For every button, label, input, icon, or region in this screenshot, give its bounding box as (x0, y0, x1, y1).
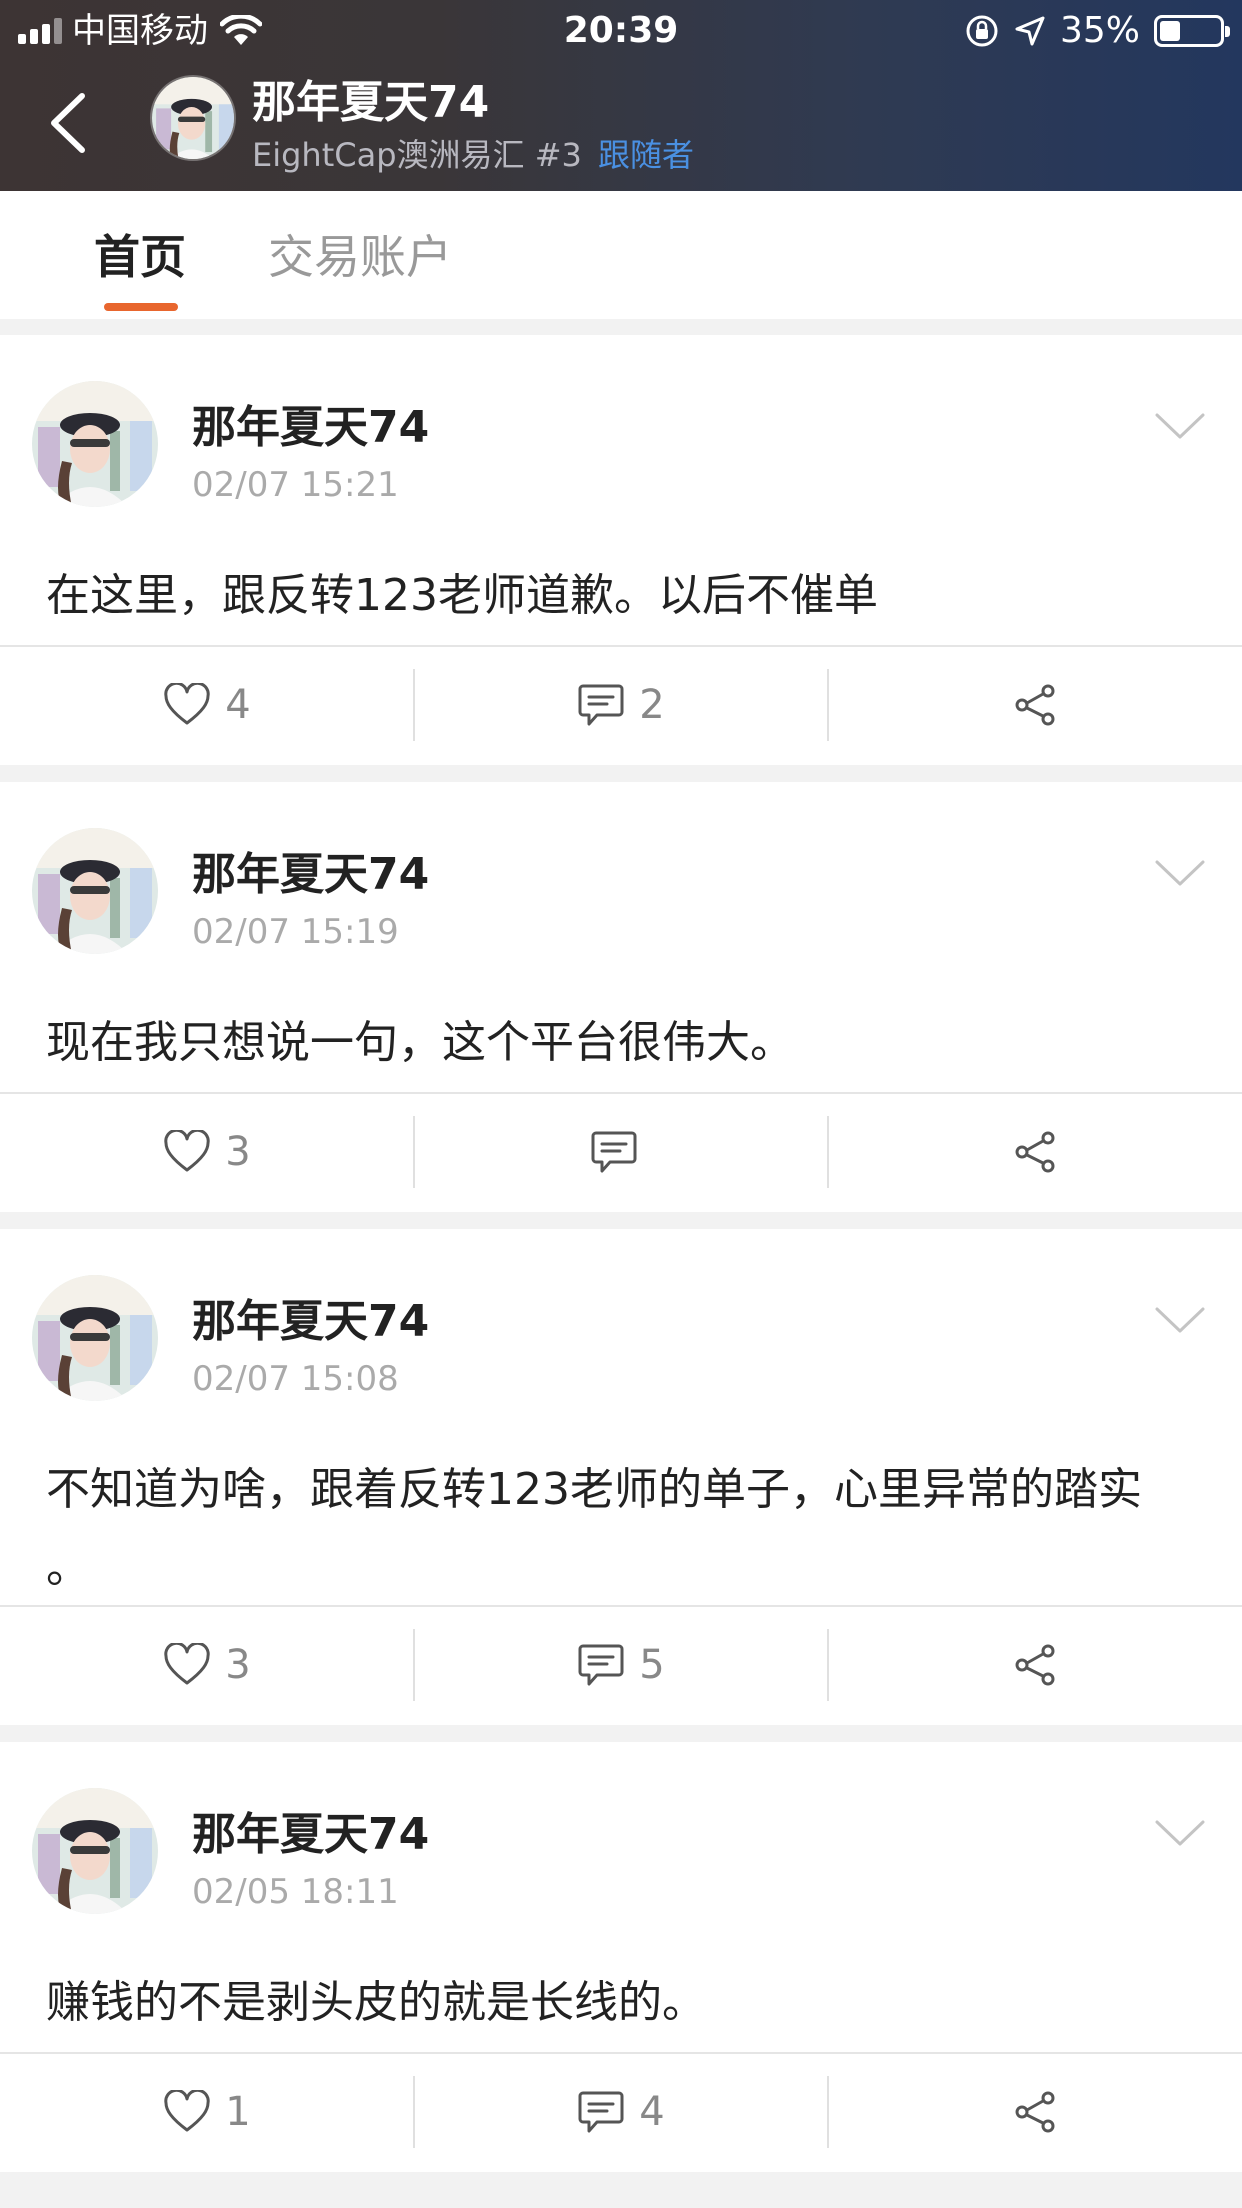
like-button[interactable]: 3 (0, 1092, 414, 1212)
chevron-down-icon[interactable] (1154, 411, 1206, 441)
heart-icon (164, 1643, 210, 1685)
post-text-line: 现在我只想说一句，这个平台很伟大。 (46, 1017, 794, 1068)
tab-bar: 首页 交易账户 (0, 191, 1242, 319)
post-text-line: 赚钱的不是剥头皮的就是长线的。 (46, 1977, 706, 2028)
post-content: 在这里，跟反转123老师道歉。以后不催单 (46, 557, 1196, 635)
share-button[interactable] (828, 1092, 1242, 1212)
comment-button[interactable]: 5 (414, 1605, 828, 1725)
back-arrow-icon[interactable] (40, 88, 100, 158)
like-button[interactable]: 3 (0, 1605, 414, 1725)
author-avatar[interactable] (32, 828, 158, 954)
avatar-image (32, 381, 158, 507)
comment-button[interactable]: 4 (414, 2052, 828, 2172)
orientation-lock-icon (966, 15, 998, 47)
post-card: 那年夏天74 02/07 15:19 现在我只想说一句，这个平台很伟大。 3 (0, 782, 1242, 1212)
post-card: 那年夏天74 02/05 18:11 赚钱的不是剥头皮的就是长线的。 1 4 (0, 1742, 1242, 2172)
share-icon (1015, 1131, 1055, 1173)
author-avatar[interactable] (32, 381, 158, 507)
tab-home[interactable]: 首页 (94, 221, 186, 287)
post-actions: 4 2 (0, 645, 1242, 765)
post-content: 现在我只想说一句，这个平台很伟大。 (46, 1004, 1196, 1082)
profile-name: 那年夏天74 (252, 77, 490, 128)
share-button[interactable] (828, 645, 1242, 765)
follower-tag[interactable]: 跟随者 (598, 136, 694, 174)
post-card: 那年夏天74 02/07 15:21 在这里，跟反转123老师道歉。以后不催单 … (0, 335, 1242, 765)
active-tab-indicator (104, 303, 178, 311)
comment-count: 5 (639, 1642, 665, 1688)
comment-icon (591, 1131, 637, 1173)
post-text-line: 不知道为啥，跟着反转123老师的单子，心里异常的踏实 (46, 1464, 1142, 1515)
comment-count: 4 (639, 2089, 665, 2135)
broker-info: EightCap澳洲易汇 #3 (252, 136, 582, 174)
post-actions: 3 5 (0, 1605, 1242, 1725)
post-text-line: 。 (46, 1542, 90, 1593)
comment-button[interactable]: 2 (414, 645, 828, 765)
battery-icon (1154, 15, 1230, 47)
chevron-down-icon[interactable] (1154, 1305, 1206, 1335)
comment-icon (578, 2091, 624, 2133)
like-count: 3 (225, 1642, 251, 1688)
status-bar: 中国移动 20:39 35% (0, 0, 1242, 62)
chevron-down-icon[interactable] (1154, 1818, 1206, 1848)
like-count: 4 (225, 682, 251, 728)
comment-count: 2 (639, 682, 665, 728)
share-button[interactable] (828, 1605, 1242, 1725)
like-button[interactable]: 4 (0, 645, 414, 765)
post-timestamp: 02/07 15:21 (192, 465, 399, 505)
profile-avatar[interactable] (150, 75, 236, 161)
post-timestamp: 02/07 15:19 (192, 912, 399, 952)
avatar-image (32, 1275, 158, 1401)
comment-button[interactable] (414, 1092, 828, 1212)
heart-icon (164, 683, 210, 725)
comment-icon (578, 1644, 624, 1686)
chevron-down-icon[interactable] (1154, 858, 1206, 888)
heart-icon (164, 1130, 210, 1172)
comment-icon (578, 684, 624, 726)
post-content: 不知道为啥，跟着反转123老师的单子，心里异常的踏实 。 (46, 1451, 1196, 1607)
battery-percent: 35% (1059, 10, 1140, 51)
location-icon (1015, 16, 1045, 46)
post-actions: 3 (0, 1092, 1242, 1212)
post-card: 那年夏天74 02/07 15:08 不知道为啥，跟着反转123老师的单子，心里… (0, 1229, 1242, 1725)
post-text-line: 在这里，跟反转123老师道歉。以后不催单 (46, 570, 878, 621)
share-icon (1015, 684, 1055, 726)
like-button[interactable]: 1 (0, 2052, 414, 2172)
author-name[interactable]: 那年夏天74 (192, 1285, 429, 1349)
author-name[interactable]: 那年夏天74 (192, 1798, 429, 1862)
avatar-image (32, 1788, 158, 1914)
post-timestamp: 02/05 18:11 (192, 1872, 399, 1912)
share-icon (1015, 2091, 1055, 2133)
heart-icon (164, 2090, 210, 2132)
avatar-image (152, 77, 234, 159)
author-avatar[interactable] (32, 1275, 158, 1401)
profile-subtitle: EightCap澳洲易汇 #3 跟随者 (252, 130, 694, 176)
post-actions: 1 4 (0, 2052, 1242, 2172)
like-count: 3 (225, 1129, 251, 1175)
share-icon (1015, 1644, 1055, 1686)
author-name[interactable]: 那年夏天74 (192, 391, 429, 455)
post-content: 赚钱的不是剥头皮的就是长线的。 (46, 1964, 1196, 2042)
author-name[interactable]: 那年夏天74 (192, 838, 429, 902)
post-timestamp: 02/07 15:08 (192, 1359, 399, 1399)
tab-trading-account[interactable]: 交易账户 (268, 221, 452, 287)
author-avatar[interactable] (32, 1788, 158, 1914)
app-header: 中国移动 20:39 35% 那年夏天74 EightCap澳洲易汇 #3 跟随… (0, 0, 1242, 191)
share-button[interactable] (828, 2052, 1242, 2172)
like-count: 1 (225, 2089, 251, 2135)
avatar-image (32, 828, 158, 954)
